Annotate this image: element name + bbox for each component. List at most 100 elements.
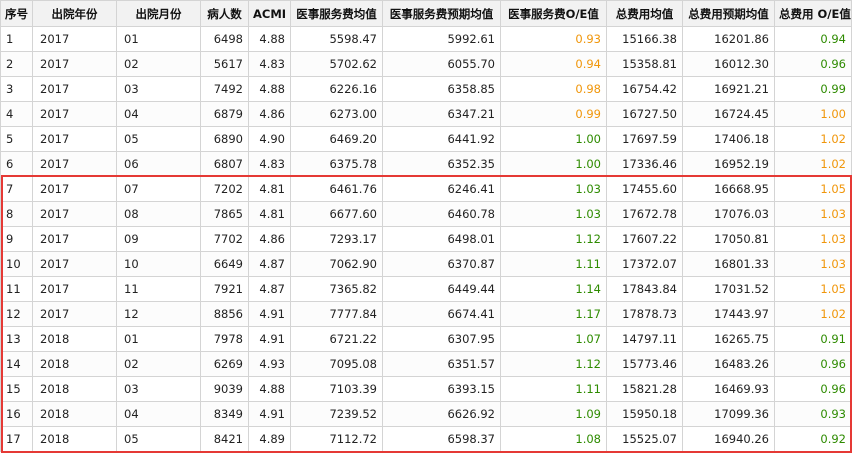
- column-header-year[interactable]: 出院年份: [32, 0, 117, 27]
- column-header-acmi[interactable]: ACMI: [248, 0, 291, 27]
- cell-total-cost-expected: 16483.26: [682, 351, 775, 377]
- cell-service-fee-mean: 7103.39: [290, 376, 383, 402]
- cell-total-cost-oe: 0.99: [774, 76, 852, 102]
- cell-service-fee-oe: 1.09: [500, 401, 607, 427]
- cell-total-cost-expected: 17076.03: [682, 201, 775, 227]
- cell-service-fee-oe: 1.12: [500, 226, 607, 252]
- cell-patients: 5617: [200, 51, 249, 77]
- cell-total-cost-expected: 16940.26: [682, 426, 775, 452]
- table-row[interactable]: 6 2017 06 6807 4.83 6375.78 6352.35 1.00 17336.4…: [0, 151, 852, 177]
- cell-service-fee-mean: 7365.82: [290, 276, 383, 302]
- cell-total-cost-oe: 1.03: [774, 251, 852, 277]
- cell-month: 01: [116, 326, 201, 352]
- cell-total-cost-oe: 0.94: [774, 26, 852, 52]
- table-row[interactable]: 14 2018 02 6269 4.93 7095.08 6351.57 1.12 15773.…: [0, 351, 852, 377]
- cell-index: 13: [0, 326, 33, 352]
- cell-patients: 8421: [200, 426, 249, 452]
- column-header-service-fee-oe[interactable]: 医事服务费O/E值: [500, 0, 607, 27]
- cell-patients: 7702: [200, 226, 249, 252]
- cell-total-cost-oe: 0.96: [774, 351, 852, 377]
- table-row[interactable]: 7 2017 07 7202 4.81 6461.76 6246.41 1.03 17455.6…: [0, 176, 852, 202]
- cell-service-fee-mean: 6677.60: [290, 201, 383, 227]
- column-header-total-cost-oe[interactable]: 总费用 O/E值: [774, 0, 852, 27]
- cell-service-fee-mean: 7062.90: [290, 251, 383, 277]
- cell-acmi: 4.88: [248, 376, 291, 402]
- table-row[interactable]: 13 2018 01 7978 4.91 6721.22 6307.95 1.07 14797.…: [0, 326, 852, 352]
- cell-acmi: 4.83: [248, 151, 291, 177]
- cell-total-cost-expected: 16668.95: [682, 176, 775, 202]
- cell-service-fee-mean: 6375.78: [290, 151, 383, 177]
- cell-service-fee-oe: 1.12: [500, 351, 607, 377]
- cell-service-fee-expected: 6598.37: [382, 426, 501, 452]
- cell-total-cost-oe: 0.91: [774, 326, 852, 352]
- table-row[interactable]: 17 2018 05 8421 4.89 7112.72 6598.37 1.08 15525.…: [0, 426, 852, 452]
- cell-total-cost-oe: 1.00: [774, 101, 852, 127]
- cell-acmi: 4.91: [248, 401, 291, 427]
- cell-year: 2018: [32, 376, 117, 402]
- cell-service-fee-expected: 6370.87: [382, 251, 501, 277]
- cell-index: 9: [0, 226, 33, 252]
- cell-index: 3: [0, 76, 33, 102]
- cell-patients: 7978: [200, 326, 249, 352]
- cell-month: 02: [116, 351, 201, 377]
- table-row[interactable]: 5 2017 05 6890 4.90 6469.20 6441.92 1.00 17697.5…: [0, 126, 852, 152]
- cell-total-cost-mean: 17672.78: [606, 201, 683, 227]
- table-row[interactable]: 4 2017 04 6879 4.86 6273.00 6347.21 0.99 16727.5…: [0, 101, 852, 127]
- cell-service-fee-mean: 6469.20: [290, 126, 383, 152]
- cell-total-cost-oe: 1.02: [774, 126, 852, 152]
- cell-acmi: 4.81: [248, 201, 291, 227]
- cell-year: 2017: [32, 301, 117, 327]
- cell-service-fee-mean: 7095.08: [290, 351, 383, 377]
- cell-service-fee-oe: 0.93: [500, 26, 607, 52]
- column-header-patients[interactable]: 病人数: [200, 0, 249, 27]
- column-header-index[interactable]: 序号: [0, 0, 33, 27]
- cell-month: 10: [116, 251, 201, 277]
- cell-year: 2017: [32, 176, 117, 202]
- table-row[interactable]: 12 2017 12 8856 4.91 7777.84 6674.41 1.17 17878.…: [0, 301, 852, 327]
- column-header-service-fee-expected[interactable]: 医事服务费预期均值: [382, 0, 501, 27]
- cell-service-fee-expected: 6246.41: [382, 176, 501, 202]
- table-row[interactable]: 8 2017 08 7865 4.81 6677.60 6460.78 1.03 17672.7…: [0, 201, 852, 227]
- cell-service-fee-expected: 6393.15: [382, 376, 501, 402]
- cell-service-fee-expected: 6449.44: [382, 276, 501, 302]
- cell-total-cost-oe: 1.02: [774, 151, 852, 177]
- table-row[interactable]: 2 2017 02 5617 4.83 5702.62 6055.70 0.94 15358.8…: [0, 51, 852, 77]
- cell-acmi: 4.88: [248, 76, 291, 102]
- table-row[interactable]: 15 2018 03 9039 4.88 7103.39 6393.15 1.11 15821.…: [0, 376, 852, 402]
- cell-acmi: 4.91: [248, 301, 291, 327]
- cell-year: 2018: [32, 351, 117, 377]
- table-row[interactable]: 1 2017 01 6498 4.88 5598.47 5992.61 0.93 15166.3…: [0, 26, 852, 52]
- cell-total-cost-expected: 16724.45: [682, 101, 775, 127]
- column-header-total-cost-expected[interactable]: 总费用预期均值: [682, 0, 775, 27]
- cell-month: 07: [116, 176, 201, 202]
- cell-acmi: 4.91: [248, 326, 291, 352]
- cell-index: 15: [0, 376, 33, 402]
- table-row[interactable]: 16 2018 04 8349 4.91 7239.52 6626.92 1.09 15950.…: [0, 401, 852, 427]
- column-header-month[interactable]: 出院月份: [116, 0, 201, 27]
- table-row[interactable]: 11 2017 11 7921 4.87 7365.82 6449.44 1.14 17843.…: [0, 276, 852, 302]
- cell-service-fee-oe: 1.11: [500, 376, 607, 402]
- cell-index: 17: [0, 426, 33, 452]
- cell-service-fee-expected: 6441.92: [382, 126, 501, 152]
- cell-year: 2017: [32, 276, 117, 302]
- column-header-total-cost-mean[interactable]: 总费用均值: [606, 0, 683, 27]
- cell-total-cost-mean: 16754.42: [606, 76, 683, 102]
- cell-month: 02: [116, 51, 201, 77]
- cell-patients: 9039: [200, 376, 249, 402]
- table-row[interactable]: 3 2017 03 7492 4.88 6226.16 6358.85 0.98 16754.4…: [0, 76, 852, 102]
- cell-month: 08: [116, 201, 201, 227]
- cell-total-cost-expected: 17443.97: [682, 301, 775, 327]
- cell-total-cost-expected: 16921.21: [682, 76, 775, 102]
- cell-service-fee-mean: 7293.17: [290, 226, 383, 252]
- cell-index: 10: [0, 251, 33, 277]
- table-row[interactable]: 10 2017 10 6649 4.87 7062.90 6370.87 1.11 17372.…: [0, 251, 852, 277]
- cell-total-cost-oe: 0.96: [774, 376, 852, 402]
- cell-service-fee-oe: 1.07: [500, 326, 607, 352]
- cell-service-fee-expected: 5992.61: [382, 26, 501, 52]
- cell-total-cost-expected: 16265.75: [682, 326, 775, 352]
- cell-total-cost-oe: 1.05: [774, 276, 852, 302]
- cell-service-fee-expected: 6498.01: [382, 226, 501, 252]
- table-row[interactable]: 9 2017 09 7702 4.86 7293.17 6498.01 1.12 17607.2…: [0, 226, 852, 252]
- cell-service-fee-expected: 6351.57: [382, 351, 501, 377]
- column-header-service-fee-mean[interactable]: 医事服务费均值: [290, 0, 383, 27]
